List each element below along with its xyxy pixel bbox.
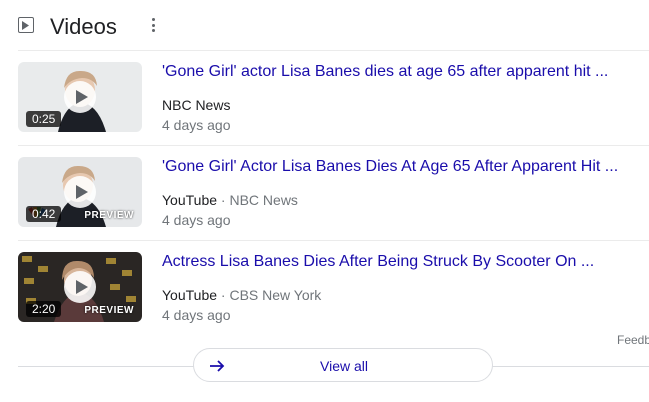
video-age: 4 days ago: [162, 117, 231, 133]
duration-badge: 0:25: [26, 111, 62, 127]
source-name: YouTube: [162, 192, 218, 208]
channel-name: CBS New York: [229, 287, 322, 303]
video-source: YouTube · NBC News: [162, 192, 298, 208]
section-title: Videos: [50, 14, 117, 39]
source-name: NBC News: [162, 97, 231, 113]
channel-name: NBC News: [229, 192, 298, 208]
video-title-link[interactable]: 'Gone Girl' actor Lisa Banes dies at age…: [162, 63, 632, 81]
video-title-link[interactable]: Actress Lisa Banes Dies After Being Stru…: [162, 253, 632, 271]
separator: ·: [220, 192, 226, 208]
videos-header: Videos: [0, 0, 649, 50]
view-all-label: View all: [320, 358, 368, 374]
separator: ·: [220, 287, 226, 303]
duration-badge: 0:42: [26, 206, 62, 222]
video-title-link[interactable]: 'Gone Girl' Actor Lisa Banes Dies At Age…: [162, 158, 632, 176]
feedback-link[interactable]: Feedb: [617, 333, 649, 347]
preview-label: PREVIEW: [84, 305, 134, 316]
video-age: 4 days ago: [162, 212, 231, 228]
play-icon[interactable]: [64, 176, 96, 208]
duration-badge: 2:20: [26, 301, 62, 317]
video-source: NBC News: [162, 97, 230, 113]
view-all-button[interactable]: View all: [193, 348, 493, 382]
source-name: YouTube: [162, 287, 218, 303]
play-icon[interactable]: [64, 271, 96, 303]
video-thumbnail[interactable]: 0:42 PREVIEW: [18, 157, 142, 227]
kebab-menu-icon[interactable]: [150, 18, 156, 34]
video-result[interactable]: 0:42 PREVIEW 'Gone Girl' Actor Lisa Bane…: [0, 145, 649, 233]
play-icon[interactable]: [64, 81, 96, 113]
video-result[interactable]: 2:20 PREVIEW Actress Lisa Banes Dies Aft…: [0, 240, 649, 328]
play-box-icon: [18, 17, 34, 33]
video-thumbnail[interactable]: 2:20 PREVIEW: [18, 252, 142, 322]
video-thumbnail[interactable]: 0:25: [18, 62, 142, 132]
video-result[interactable]: 0:25 'Gone Girl' actor Lisa Banes dies a…: [0, 50, 649, 138]
video-source: YouTube · CBS New York: [162, 287, 321, 303]
video-age: 4 days ago: [162, 307, 231, 323]
preview-label: PREVIEW: [84, 210, 134, 221]
